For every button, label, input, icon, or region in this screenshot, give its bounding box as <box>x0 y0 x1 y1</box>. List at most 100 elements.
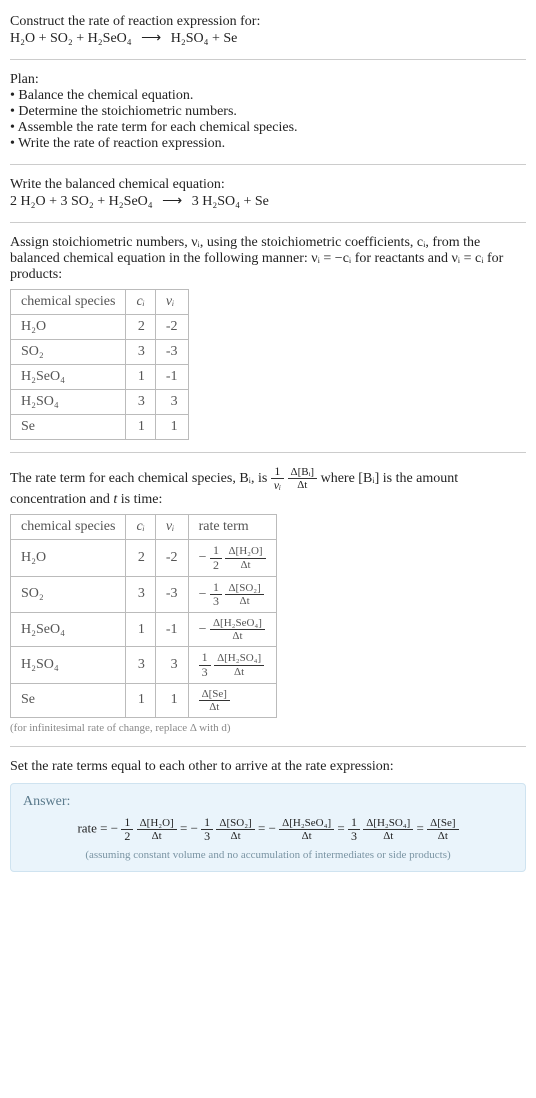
eq-lhs: H₂O + SO₂ + H₂SeO₄ <box>10 31 132 46</box>
table-row: H₂SO₄33 <box>11 390 189 415</box>
divider <box>10 222 526 223</box>
header-text: νᵢ <box>166 294 174 309</box>
frac-num: Δ[H₂SO₄] <box>214 652 264 665</box>
delta-frac: Δ[H₂SeO₄]Δt <box>279 817 334 842</box>
rateterm-intro: The rate term for each chemical species,… <box>10 465 526 508</box>
frac-den: Δt <box>363 830 413 842</box>
table-header-row: chemical species cᵢ νᵢ <box>11 290 189 315</box>
frac-num: Δ[H₂O] <box>225 545 265 558</box>
frac-num: Δ[H₂SO₄] <box>363 817 413 830</box>
cell-species: H₂SO₄ <box>11 647 126 683</box>
cell-species: H₂SO₄ <box>11 390 126 415</box>
plan-bullet: • Write the rate of reaction expression. <box>10 136 526 152</box>
frac-num: Δ[SO₂] <box>216 817 254 830</box>
cell-species: SO₂ <box>11 340 126 365</box>
rate-expression: rate = − 12 Δ[H₂O]Δt = − 13 Δ[SO₂]Δt = −… <box>23 816 513 843</box>
cell-vi: 3 <box>155 647 188 683</box>
answer-label: Answer: <box>23 794 513 810</box>
col-vi: νᵢ <box>155 290 188 315</box>
cell-vi: -3 <box>155 340 188 365</box>
frac-num: 1 <box>271 465 284 479</box>
header-text: cᵢ <box>136 519 144 534</box>
cell-ci: 1 <box>126 683 155 717</box>
frac-den: Δt <box>225 559 265 571</box>
cell-vi: -1 <box>155 365 188 390</box>
delta-frac: Δ[H₂SO₄]Δt <box>214 652 264 677</box>
plan-bullet-text: Assemble the rate term for each chemical… <box>18 120 298 135</box>
cell-ci: 2 <box>126 315 155 340</box>
coef-frac: 13 <box>348 816 360 843</box>
table-row: SO₂3-3− 13 Δ[SO₂]Δt <box>11 576 277 612</box>
cell-vi: 1 <box>155 415 188 440</box>
divider <box>10 452 526 453</box>
table-row: SO₂3-3 <box>11 340 189 365</box>
balanced-equation: 2 H₂O + 3 SO₂ + H₂SeO₄ ⟶ 3 H₂SO₄ + Se <box>10 193 526 210</box>
frac-num: 1 <box>121 816 133 830</box>
col-species: chemical species <box>11 290 126 315</box>
sign: − <box>269 821 276 836</box>
frac-den: 3 <box>348 830 360 843</box>
frac-num: Δ[Se] <box>199 688 230 701</box>
frac-den: Δt <box>288 479 318 491</box>
eq-rhs: H₂SO₄ + Se <box>171 31 238 46</box>
cell-ci: 3 <box>126 340 155 365</box>
frac-num: 1 <box>201 816 213 830</box>
cell-ci: 1 <box>126 365 155 390</box>
frac-den: Δt <box>216 830 254 842</box>
cell-species: Se <box>11 415 126 440</box>
divider <box>10 164 526 165</box>
stoich-table: chemical species cᵢ νᵢ H₂O2-2 SO₂3-3 H₂S… <box>10 289 189 440</box>
frac-den: νᵢ <box>271 479 284 492</box>
cell-species: H₂O <box>11 315 126 340</box>
final-title: Set the rate terms equal to each other t… <box>10 759 526 775</box>
cell-ci: 3 <box>126 647 155 683</box>
plan-title: Plan: <box>10 72 526 88</box>
answer-box: Answer: rate = − 12 Δ[H₂O]Δt = − 13 Δ[SO… <box>10 783 526 872</box>
cell-vi: 1 <box>155 683 188 717</box>
plan-bullet-text: Determine the stoichiometric numbers. <box>18 104 237 119</box>
divider <box>10 746 526 747</box>
col-rate: rate term <box>188 515 276 540</box>
delta-frac: Δ[H₂O]Δt <box>137 817 177 842</box>
frac-num: Δ[SO₂] <box>225 582 263 595</box>
header-text: νᵢ <box>166 519 174 534</box>
coef-frac: 12 <box>121 816 133 843</box>
table-header-row: chemical species cᵢ νᵢ rate term <box>11 515 277 540</box>
cell-species: Se <box>11 683 126 717</box>
frac-num: Δ[H₂SeO₄] <box>210 617 265 630</box>
cell-vi: -2 <box>155 540 188 576</box>
prompt-section: Construct the rate of reaction expressio… <box>10 8 526 53</box>
cell-rate: − 12 Δ[H₂O]Δt <box>188 540 276 576</box>
prompt-text: Construct the rate of reaction expressio… <box>10 14 526 30</box>
delta-frac: Δ[SO₂]Δt <box>216 817 254 842</box>
final-section: Set the rate terms equal to each other t… <box>10 753 526 878</box>
arrow-icon: ⟶ <box>135 31 167 46</box>
balanced-title: Write the balanced chemical equation: <box>10 177 526 193</box>
eq-lhs: 2 H₂O + 3 SO₂ + H₂SeO₄ <box>10 194 153 209</box>
delta-frac: Δ[H₂O]Δt <box>225 545 265 570</box>
frac-num: Δ[H₂SeO₄] <box>279 817 334 830</box>
cell-rate: − 13 Δ[SO₂]Δt <box>188 576 276 612</box>
cell-vi: -2 <box>155 315 188 340</box>
cell-ci: 3 <box>126 576 155 612</box>
frac-den: Δt <box>210 630 265 642</box>
cell-vi: -3 <box>155 576 188 612</box>
frac-num: 1 <box>210 544 222 558</box>
plan-bullet: • Balance the chemical equation. <box>10 88 526 104</box>
plan-bullet: • Determine the stoichiometric numbers. <box>10 104 526 120</box>
balanced-section: Write the balanced chemical equation: 2 … <box>10 171 526 216</box>
frac-den: Δt <box>427 830 458 842</box>
delta-frac: Δ[Se]Δt <box>199 688 230 713</box>
cell-species: SO₂ <box>11 576 126 612</box>
unbalanced-equation: H₂O + SO₂ + H₂SeO₄ ⟶ H₂SO₄ + Se <box>10 30 526 47</box>
intro-text: is time: <box>117 492 162 507</box>
frac-den: Δt <box>214 666 264 678</box>
sign: − <box>191 821 198 836</box>
plan-bullet: • Assemble the rate term for each chemic… <box>10 120 526 136</box>
answer-note: (assuming constant volume and no accumul… <box>23 849 513 861</box>
sign: − <box>111 821 118 836</box>
plan-bullet-text: Write the rate of reaction expression. <box>18 136 225 151</box>
cell-species: H₂SeO₄ <box>11 365 126 390</box>
cell-vi: 3 <box>155 390 188 415</box>
frac-num: Δ[Bᵢ] <box>288 466 318 479</box>
